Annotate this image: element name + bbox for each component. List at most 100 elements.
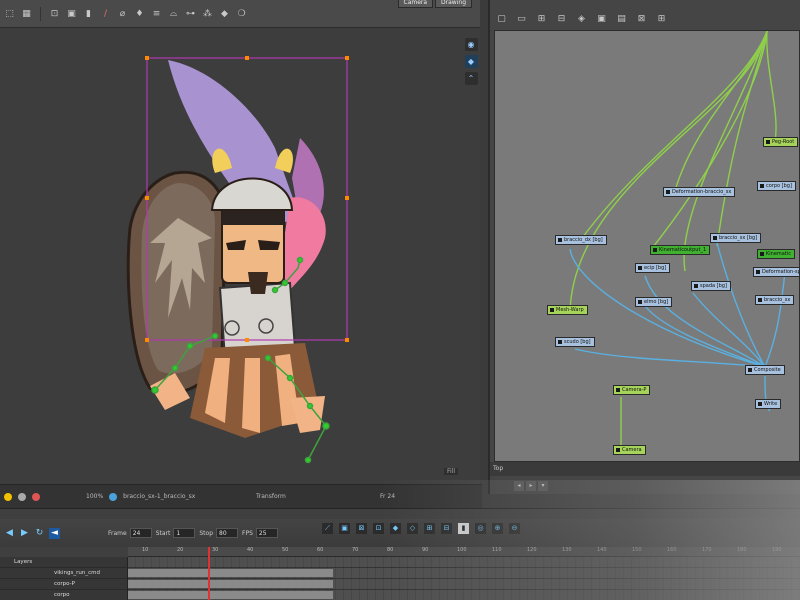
eraser-icon[interactable]: ⌀ <box>117 8 128 19</box>
layer-row[interactable]: vikings_run_cmd <box>0 568 127 579</box>
exposure-bar[interactable] <box>128 569 333 577</box>
perspective-icon[interactable]: ◆ <box>464 55 478 68</box>
arrow-right-icon[interactable]: ▸ <box>526 481 536 491</box>
node-composite[interactable]: Composite <box>745 365 785 375</box>
node-ecip[interactable]: ecip [bg] <box>635 263 671 273</box>
navigator-icon[interactable]: ⊠ <box>636 14 647 25</box>
fps-input[interactable]: 25 <box>255 528 278 538</box>
node-elmo[interactable]: elmo [bg] <box>635 297 673 307</box>
viewport-corner-label: Fill <box>444 468 459 475</box>
frame-field: Frame 24 <box>108 528 152 538</box>
character-artwork[interactable] <box>0 28 480 484</box>
node-scudo[interactable]: scudo [bg] <box>555 337 595 347</box>
paint-icon[interactable]: ♦ <box>134 8 145 19</box>
playhead[interactable] <box>208 547 210 600</box>
ruler-tick: 130 <box>562 547 572 553</box>
start-field: Start 1 <box>156 528 196 538</box>
frame-input[interactable]: 24 <box>129 528 152 538</box>
layer-row[interactable]: corpo <box>0 590 127 600</box>
keyframe-mode-icon[interactable]: ⊟ <box>441 523 452 534</box>
ruler-tick: 10 <box>142 547 149 553</box>
arrow-left-icon[interactable]: ◂ <box>514 481 524 491</box>
pencil-icon[interactable]: / <box>100 8 111 19</box>
stop-motion-icon[interactable]: ◆ <box>390 523 401 534</box>
ease-icon[interactable]: ⊞ <box>424 523 435 534</box>
layer-name: corpo <box>54 592 70 598</box>
select-icon[interactable]: ⬚ <box>4 8 15 19</box>
node-mesh-warp[interactable]: Mesh-Warp <box>547 305 588 315</box>
collapse-icon[interactable]: ⊖ <box>509 523 520 534</box>
layout-icon[interactable]: ⊞ <box>656 14 667 25</box>
node-deformation-spada[interactable]: Deformation-spada <box>753 267 799 277</box>
group-icon[interactable]: ⊞ <box>536 14 547 25</box>
node-camera-peg[interactable]: Camera-P <box>613 385 651 395</box>
lock-icon[interactable]: ▣ <box>66 8 77 19</box>
node-write[interactable]: Write <box>755 399 782 409</box>
viewport-status-bar: 100% braccio_sx-1_braccio_sx Transform F… <box>0 484 482 508</box>
record-icon[interactable] <box>32 492 40 501</box>
morph-icon[interactable]: ◆ <box>219 8 230 19</box>
tween-icon[interactable]: ◇ <box>407 523 418 534</box>
remove-keyframe-icon[interactable]: ⊠ <box>356 523 367 534</box>
zoom-level[interactable]: 100% <box>86 493 103 500</box>
node-camera[interactable]: Camera <box>613 445 646 455</box>
loop-icon[interactable]: ↻ <box>34 528 45 539</box>
dropper-icon[interactable]: ❍ <box>236 8 247 19</box>
deform-icon[interactable]: ⌓ <box>168 8 179 19</box>
bone-icon[interactable]: ≡ <box>151 8 162 19</box>
reset-view-icon[interactable]: ⌃ <box>464 72 478 85</box>
enable-node-icon[interactable]: ▣ <box>596 14 607 25</box>
viewport-side-toolbar: ◉ ◆ ⌃ <box>463 38 479 85</box>
ruler-tick: 190 <box>772 547 782 553</box>
node-braccio-sx[interactable]: braccio_sx [bg] <box>710 233 762 243</box>
node-kinematic[interactable]: Kinematic <box>757 249 795 259</box>
motion-path-icon[interactable]: ⟋ <box>322 523 333 534</box>
frame-grid[interactable] <box>128 557 800 600</box>
ruler-tick: 110 <box>492 547 502 553</box>
add-node-icon[interactable]: ▢ <box>496 14 507 25</box>
node-braccio-dx[interactable]: braccio_dx [bg] <box>555 235 607 245</box>
peg-icon[interactable]: ⊟ <box>556 14 567 25</box>
expand-icon[interactable]: ⊕ <box>492 523 503 534</box>
grid-icon[interactable]: ▦ <box>21 8 32 19</box>
camera-viewport[interactable]: ◉ ◆ ⌃ Fill <box>0 28 480 484</box>
light-icon[interactable] <box>4 492 12 501</box>
first-frame-icon[interactable]: ◀ <box>4 528 15 539</box>
onion-icon[interactable]: ◎ <box>475 523 486 534</box>
animate-mode-icon[interactable]: ▮ <box>458 523 469 534</box>
sound-icon[interactable]: ◄ <box>49 527 60 539</box>
layer-row[interactable]: corpo-P <box>0 579 127 590</box>
node-kinematic-output[interactable]: Kinematicoutput_1 <box>650 245 711 255</box>
node-deformation-braccio[interactable]: Deformation-braccio_sx <box>663 187 736 197</box>
node-corpo[interactable]: corpo [bg] <box>757 181 796 191</box>
transform-icon[interactable]: ⊡ <box>49 8 60 19</box>
node-view-bottom-bar: Top <box>490 462 800 476</box>
composite-icon[interactable]: ◈ <box>576 14 587 25</box>
display-node-icon[interactable]: ▤ <box>616 14 627 25</box>
constant-segment-icon[interactable]: ⊡ <box>373 523 384 534</box>
stop-input[interactable]: 80 <box>216 528 239 538</box>
ruler-tick: 20 <box>177 547 184 553</box>
add-keyframe-icon[interactable]: ▣ <box>339 523 350 534</box>
tab-drawing[interactable]: Drawing <box>435 0 472 8</box>
node-braccio-sx-2[interactable]: braccio_sx <box>755 295 795 305</box>
brush-icon[interactable]: ▮ <box>83 8 94 19</box>
node-peg-root[interactable]: Peg-Root <box>763 137 799 147</box>
frame-row <box>128 579 800 590</box>
exposure-bar[interactable] <box>128 580 333 588</box>
arrow-down-icon[interactable]: ▾ <box>538 481 548 491</box>
node-graph-canvas[interactable]: Peg-Root Deformation-braccio_sx corpo [b… <box>494 30 800 462</box>
play-icon[interactable]: ▶ <box>19 528 30 539</box>
node-library-icon[interactable]: ▭ <box>516 14 527 25</box>
layer-row[interactable]: Layers <box>0 557 127 568</box>
node-view-panel: ▢ ▭ ⊞ ⊟ ◈ ▣ ▤ ⊠ ⊞ Peg-Root Deformation-b… <box>488 0 800 494</box>
node-spada[interactable]: spada [bg] <box>691 281 731 291</box>
kinematic-icon[interactable]: ⊶ <box>185 8 196 19</box>
cutter-icon[interactable]: ⁂ <box>202 8 213 19</box>
tab-camera[interactable]: Camera <box>397 0 434 8</box>
contour-icon[interactable]: ◉ <box>464 38 478 51</box>
frame-ruler[interactable]: 10 20 30 40 50 60 70 80 90 100 110 120 130 140 150 160 1… <box>128 547 800 557</box>
exposure-bar[interactable] <box>128 591 333 599</box>
start-input[interactable]: 1 <box>173 528 196 538</box>
onion-skin-icon[interactable] <box>18 492 26 501</box>
